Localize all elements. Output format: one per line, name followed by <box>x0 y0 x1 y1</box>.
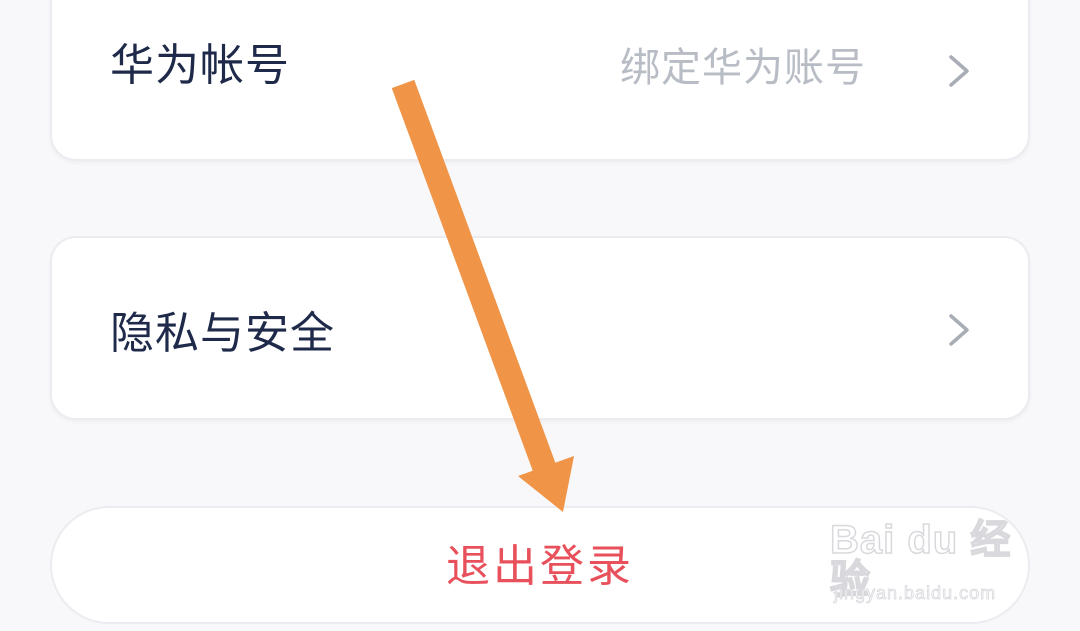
privacy-security-label: 隐私与安全 <box>110 308 335 359</box>
chevron-right-icon <box>949 55 969 87</box>
privacy-security-row[interactable]: 隐私与安全 <box>50 236 1030 420</box>
huawei-account-label: 华为帐号 <box>110 40 290 91</box>
logout-label: 退出登录 <box>446 541 634 592</box>
huawei-account-row[interactable]: 华为帐号 绑定华为账号 <box>50 0 1030 161</box>
watermark-url: jingyan.baidu.com <box>834 583 997 603</box>
chevron-right-icon <box>949 314 969 346</box>
baidu-jingyan-watermark: Bai du 经验 jingyan.baidu.com <box>829 512 1030 612</box>
huawei-account-value: 绑定华为账号 <box>620 45 866 91</box>
